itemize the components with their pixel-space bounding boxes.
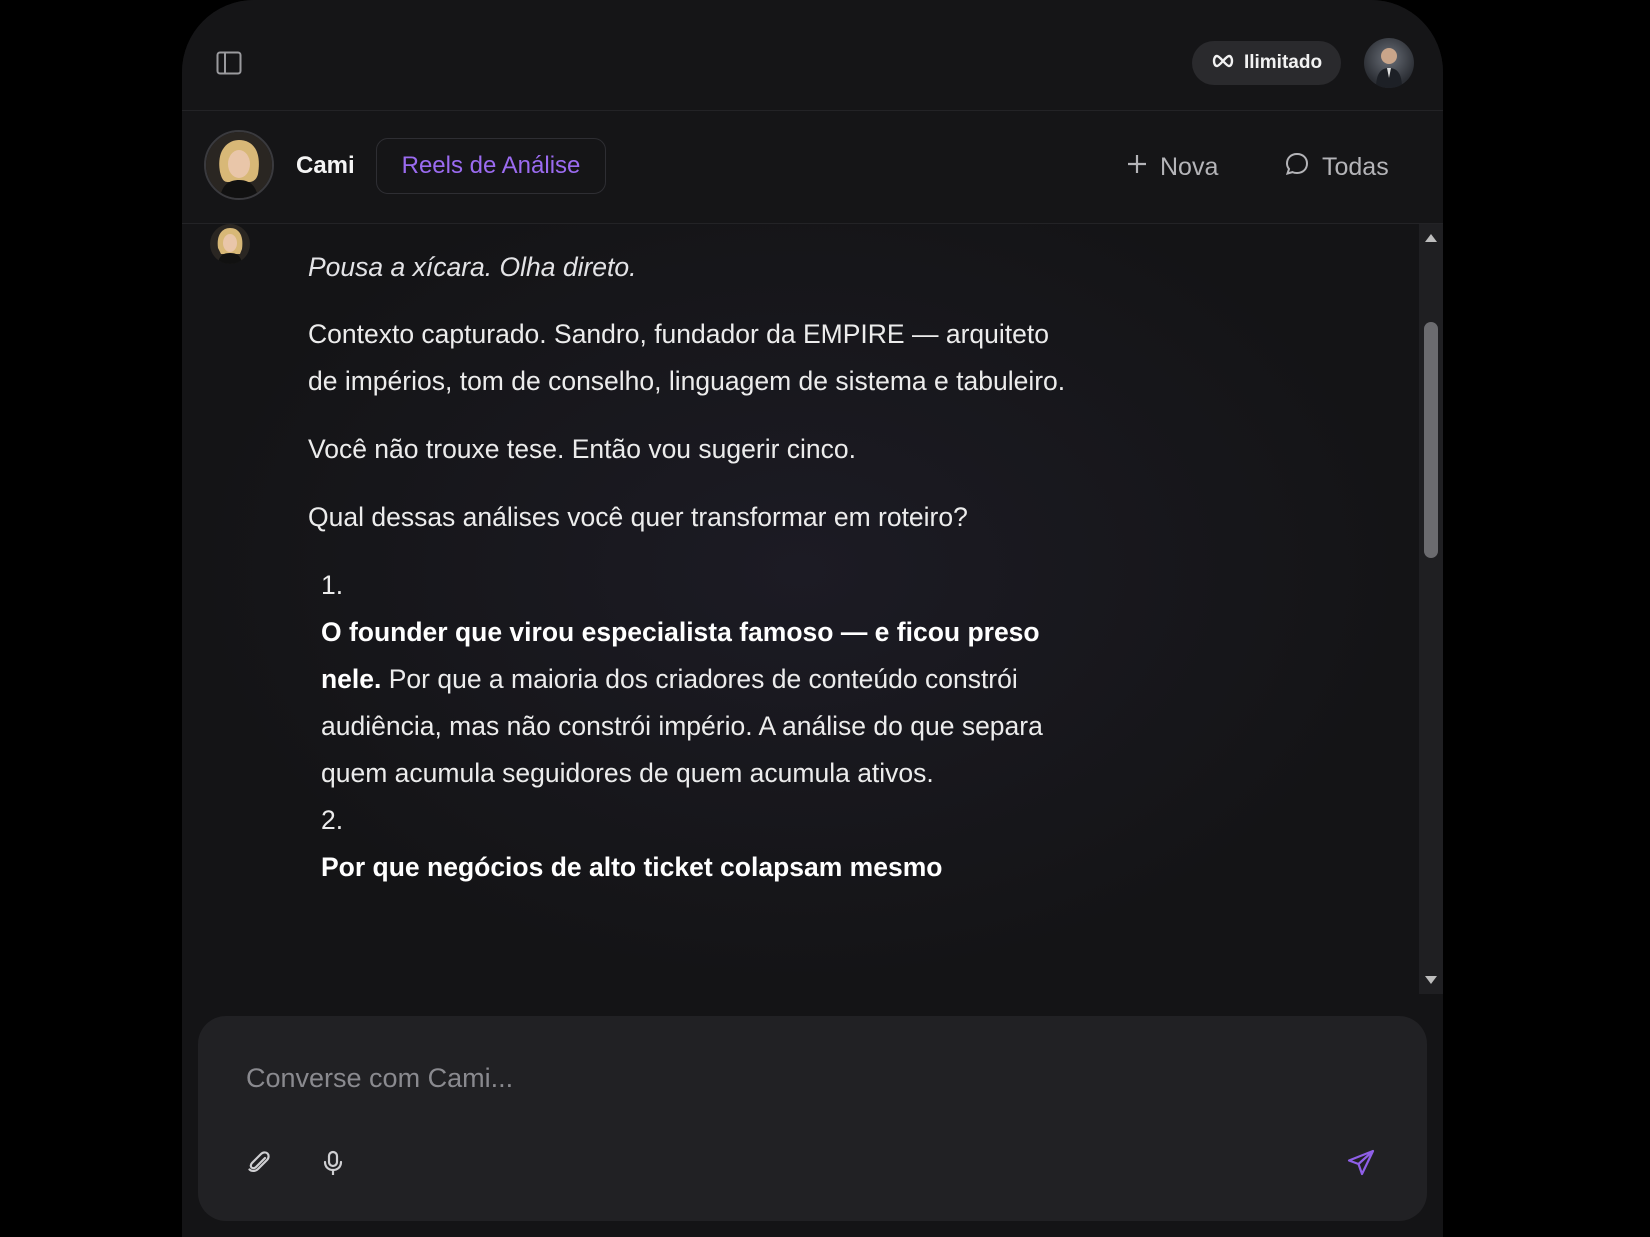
user-avatar[interactable] bbox=[1364, 38, 1414, 88]
suggestion-list: 1. O founder que virou especialista famo… bbox=[308, 562, 1068, 891]
scroll-thumb[interactable] bbox=[1424, 322, 1438, 558]
mode-chip[interactable]: Reels de Análise bbox=[376, 138, 606, 194]
attach-icon[interactable] bbox=[242, 1146, 276, 1180]
chat-messages[interactable]: Pousa a xícara. Olha direto. Contexto ca… bbox=[182, 224, 1419, 994]
scroll-up-arrow-icon[interactable] bbox=[1425, 234, 1437, 242]
new-chat-label: Nova bbox=[1160, 152, 1219, 181]
plus-icon bbox=[1126, 153, 1148, 182]
list-item: O founder que virou especialista famoso … bbox=[321, 609, 1068, 797]
sidebar-toggle-icon[interactable] bbox=[216, 50, 242, 76]
list-item-text: Por que a maioria dos criadores de conte… bbox=[321, 664, 1043, 788]
message-paragraph: Qual dessas análises você quer transform… bbox=[308, 502, 968, 532]
list-item: Por que negócios de alto ticket colapsam… bbox=[321, 844, 1068, 891]
scroll-down-arrow-icon[interactable] bbox=[1425, 976, 1437, 984]
list-item-number: 2. bbox=[321, 805, 344, 835]
list-item-title: Por que negócios de alto ticket colapsam… bbox=[321, 852, 943, 882]
plan-label: Ilimitado bbox=[1243, 52, 1323, 73]
message-avatar bbox=[210, 224, 250, 264]
app-window: Ilimitado Cami Reels de Análise Nova Tod… bbox=[182, 0, 1443, 1237]
message-composer bbox=[198, 1016, 1427, 1221]
chat-header: Cami Reels de Análise Nova Todas bbox=[182, 111, 1443, 224]
all-chats-button[interactable]: Todas bbox=[1284, 147, 1389, 187]
top-bar: Ilimitado bbox=[182, 0, 1443, 111]
message-italic: Pousa a xícara. Olha direto. bbox=[308, 252, 637, 282]
chat-scrollbar[interactable] bbox=[1419, 224, 1443, 994]
chat-bubble-icon bbox=[1284, 151, 1310, 184]
infinity-icon bbox=[1211, 52, 1235, 74]
message-paragraph: Você não trouxe tese. Então vou sugerir … bbox=[308, 434, 856, 464]
message-input[interactable] bbox=[244, 1052, 1348, 1104]
agent-avatar bbox=[204, 130, 274, 200]
agent-name: Cami bbox=[296, 152, 355, 179]
new-chat-button[interactable]: Nova bbox=[1126, 147, 1218, 187]
microphone-icon[interactable] bbox=[316, 1146, 350, 1180]
all-chats-label: Todas bbox=[1322, 152, 1389, 181]
assistant-message: Pousa a xícara. Olha direto. Contexto ca… bbox=[308, 244, 1068, 891]
plan-badge[interactable]: Ilimitado bbox=[1192, 41, 1341, 85]
message-paragraph: Contexto capturado. Sandro, fundador da … bbox=[308, 319, 1066, 396]
send-icon[interactable] bbox=[1344, 1146, 1378, 1180]
list-item-number: 1. bbox=[321, 570, 344, 600]
